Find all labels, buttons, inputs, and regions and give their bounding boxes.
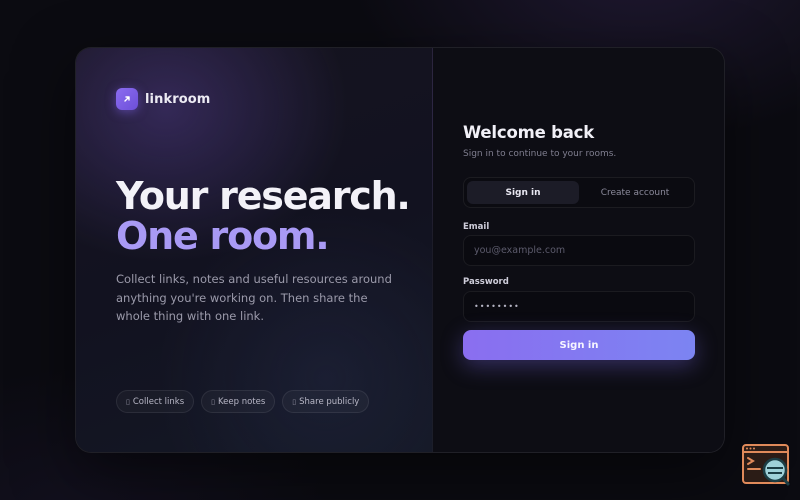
brand[interactable]: linkroom [116, 88, 210, 110]
brand-name: linkroom [145, 91, 211, 107]
link-icon: ▯ [126, 397, 130, 406]
password-label: Password [463, 277, 509, 287]
hero-description: Collect links, notes and useful resource… [116, 272, 392, 323]
password-field[interactable]: •••••••• [463, 291, 695, 322]
terminal-search-icon [742, 444, 790, 486]
chip-label: Share publicly [299, 396, 360, 407]
chip-share-publicly: ▯ Share publicly [282, 390, 370, 413]
auth-subtitle: Sign in to continue to your rooms. [463, 149, 617, 159]
chip-label: Keep notes [217, 396, 266, 407]
hero-line-2: One room. [116, 214, 330, 258]
feature-chips: ▯ Collect links ▯ Keep notes ▯ Share pub… [116, 390, 370, 413]
auth-tabs: Sign in Create account [463, 177, 695, 208]
chip-label: Collect links [132, 396, 185, 407]
email-label: Email [463, 222, 490, 232]
sign-in-button[interactable]: Sign in [463, 330, 695, 360]
note-icon: ▯ [211, 397, 215, 406]
tab-create-account[interactable]: Create account [579, 181, 691, 204]
share-icon: ▯ [292, 397, 297, 406]
auth-panel: Welcome back Sign in to continue to your… [433, 48, 724, 452]
auth-card: linkroom Your research. One room. Collec… [75, 47, 725, 453]
hero-panel: linkroom Your research. One room. Collec… [76, 48, 433, 452]
terminal-search-widget-icon[interactable] [742, 444, 790, 486]
hero-line-1: Your research. [116, 174, 411, 218]
arrow-up-right-icon-glyph [124, 96, 130, 102]
arrow-up-right-icon [116, 88, 138, 110]
hero-heading: Your research. One room. [116, 176, 416, 256]
chip-keep-notes: ▯ Keep notes [201, 390, 276, 413]
auth-title: Welcome back [463, 123, 595, 142]
tab-sign-in[interactable]: Sign in [467, 181, 579, 204]
email-field[interactable] [463, 235, 695, 266]
chip-collect-links: ▯ Collect links [116, 390, 195, 413]
password-value: •••••••• [474, 302, 520, 311]
